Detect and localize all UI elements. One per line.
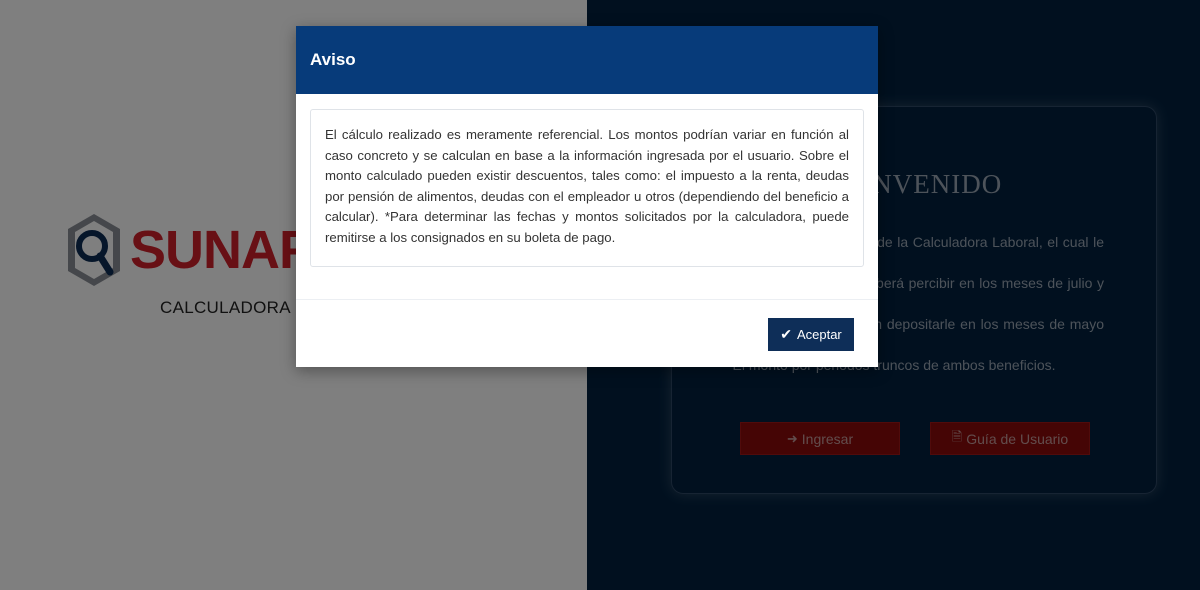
modal-title: Aviso bbox=[310, 50, 356, 69]
accept-button[interactable]: ✔ Aceptar bbox=[768, 318, 854, 351]
modal-footer: ✔ Aceptar bbox=[296, 300, 878, 367]
modal-body: El cálculo realizado es meramente refere… bbox=[296, 94, 878, 300]
notice-modal: Aviso El cálculo realizado es meramente … bbox=[296, 26, 878, 367]
accept-label: Aceptar bbox=[796, 327, 842, 342]
notice-text: El cálculo realizado es meramente refere… bbox=[310, 109, 864, 267]
modal-header: Aviso bbox=[296, 26, 878, 94]
check-icon: ✔ bbox=[780, 326, 792, 342]
